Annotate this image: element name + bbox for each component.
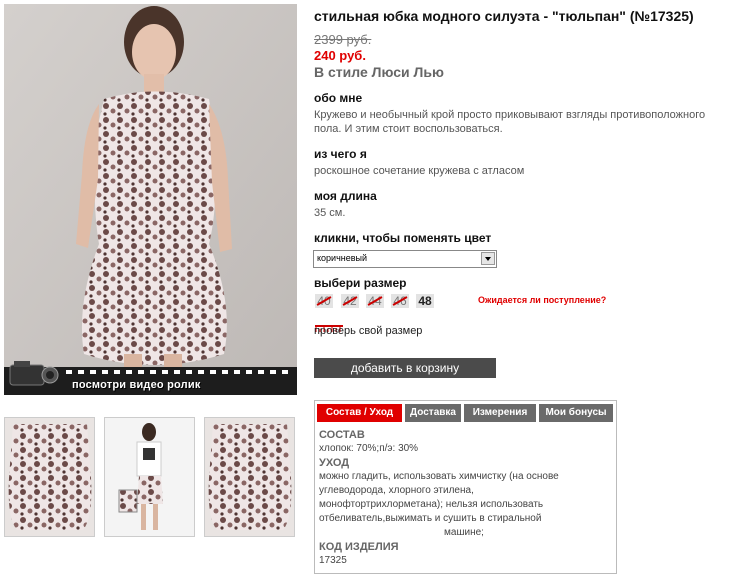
thumbnail-2[interactable] xyxy=(104,417,195,537)
care-label: УХОД xyxy=(319,457,350,469)
tab-measurements[interactable]: Измерения xyxy=(464,404,536,422)
tab-composition[interactable]: Состав / Уход xyxy=(317,404,402,422)
restock-link[interactable]: Ожидается ли поступление? xyxy=(478,295,606,305)
about-heading: обо мне xyxy=(314,91,363,105)
care-text-2: углеводорода, хлорного этилена, xyxy=(319,485,474,496)
color-select[interactable]: коричневый xyxy=(313,250,497,268)
chevron-down-icon[interactable] xyxy=(481,252,495,265)
info-tabs-panel: Состав / Уход Доставка Измерения Мои бон… xyxy=(314,400,617,574)
material-text: роскошное сочетание кружева с атласом xyxy=(314,165,525,177)
composition-label: СОСТАВ xyxy=(319,429,365,441)
size-46: 46 xyxy=(391,294,409,308)
material-heading: из чего я xyxy=(314,147,367,161)
size-40: 40 xyxy=(315,294,333,308)
code-label: КОД ИЗДЕЛИЯ xyxy=(319,541,399,553)
skirt-front-image xyxy=(5,418,94,536)
length-text: 35 см. xyxy=(314,207,346,219)
new-price: 240 руб. xyxy=(314,48,366,63)
length-heading: моя длина xyxy=(314,189,377,203)
size-heading: выбери размер xyxy=(314,276,407,290)
add-to-cart-button[interactable]: добавить в корзину xyxy=(314,358,496,378)
old-price: 2399 руб. xyxy=(314,32,372,47)
tab-delivery[interactable]: Доставка xyxy=(405,404,461,422)
video-label[interactable]: посмотри видео ролик xyxy=(72,379,201,391)
check-size-link[interactable]: проверь свой размер xyxy=(314,325,422,337)
care-text-5: машине; xyxy=(444,527,484,538)
model-photo xyxy=(4,4,297,395)
thumbnail-1[interactable] xyxy=(4,417,95,537)
video-camera-icon xyxy=(9,361,59,386)
color-select-value: коричневый xyxy=(317,253,368,263)
skirt-back-image xyxy=(205,418,294,536)
size-44: 44 xyxy=(366,294,384,308)
model-full-image xyxy=(105,418,194,536)
care-text-1: можно гладить, использовать химчистку (н… xyxy=(319,471,559,482)
thumbnail-3[interactable] xyxy=(204,417,295,537)
tab-bonuses[interactable]: Мои бонусы xyxy=(539,404,613,422)
size-42: 42 xyxy=(341,294,359,308)
size-48[interactable]: 48 xyxy=(416,294,434,308)
main-product-photo[interactable]: посмотри видео ролик xyxy=(4,4,297,395)
brand-style: В стиле Люси Лью xyxy=(314,64,444,80)
color-heading: кликни, чтобы поменять цвет xyxy=(314,231,492,245)
composition-text: хлопок: 70%;п/э: 30% xyxy=(319,443,419,454)
tab-content: СОСТАВ хлопок: 70%;п/э: 30% УХОД можно г… xyxy=(319,428,609,568)
care-text-3: монофтортрихлорметана); нельзя использов… xyxy=(319,499,544,510)
product-title: стильная юбка модного силуэта - "тюльпан… xyxy=(314,8,694,24)
about-text-2: пола. И этим стоит воспользоваться. xyxy=(314,123,503,135)
product-code: 17325 xyxy=(319,555,347,566)
care-text-4: отбеливатель,выжимать и сушить в стираль… xyxy=(319,513,542,524)
